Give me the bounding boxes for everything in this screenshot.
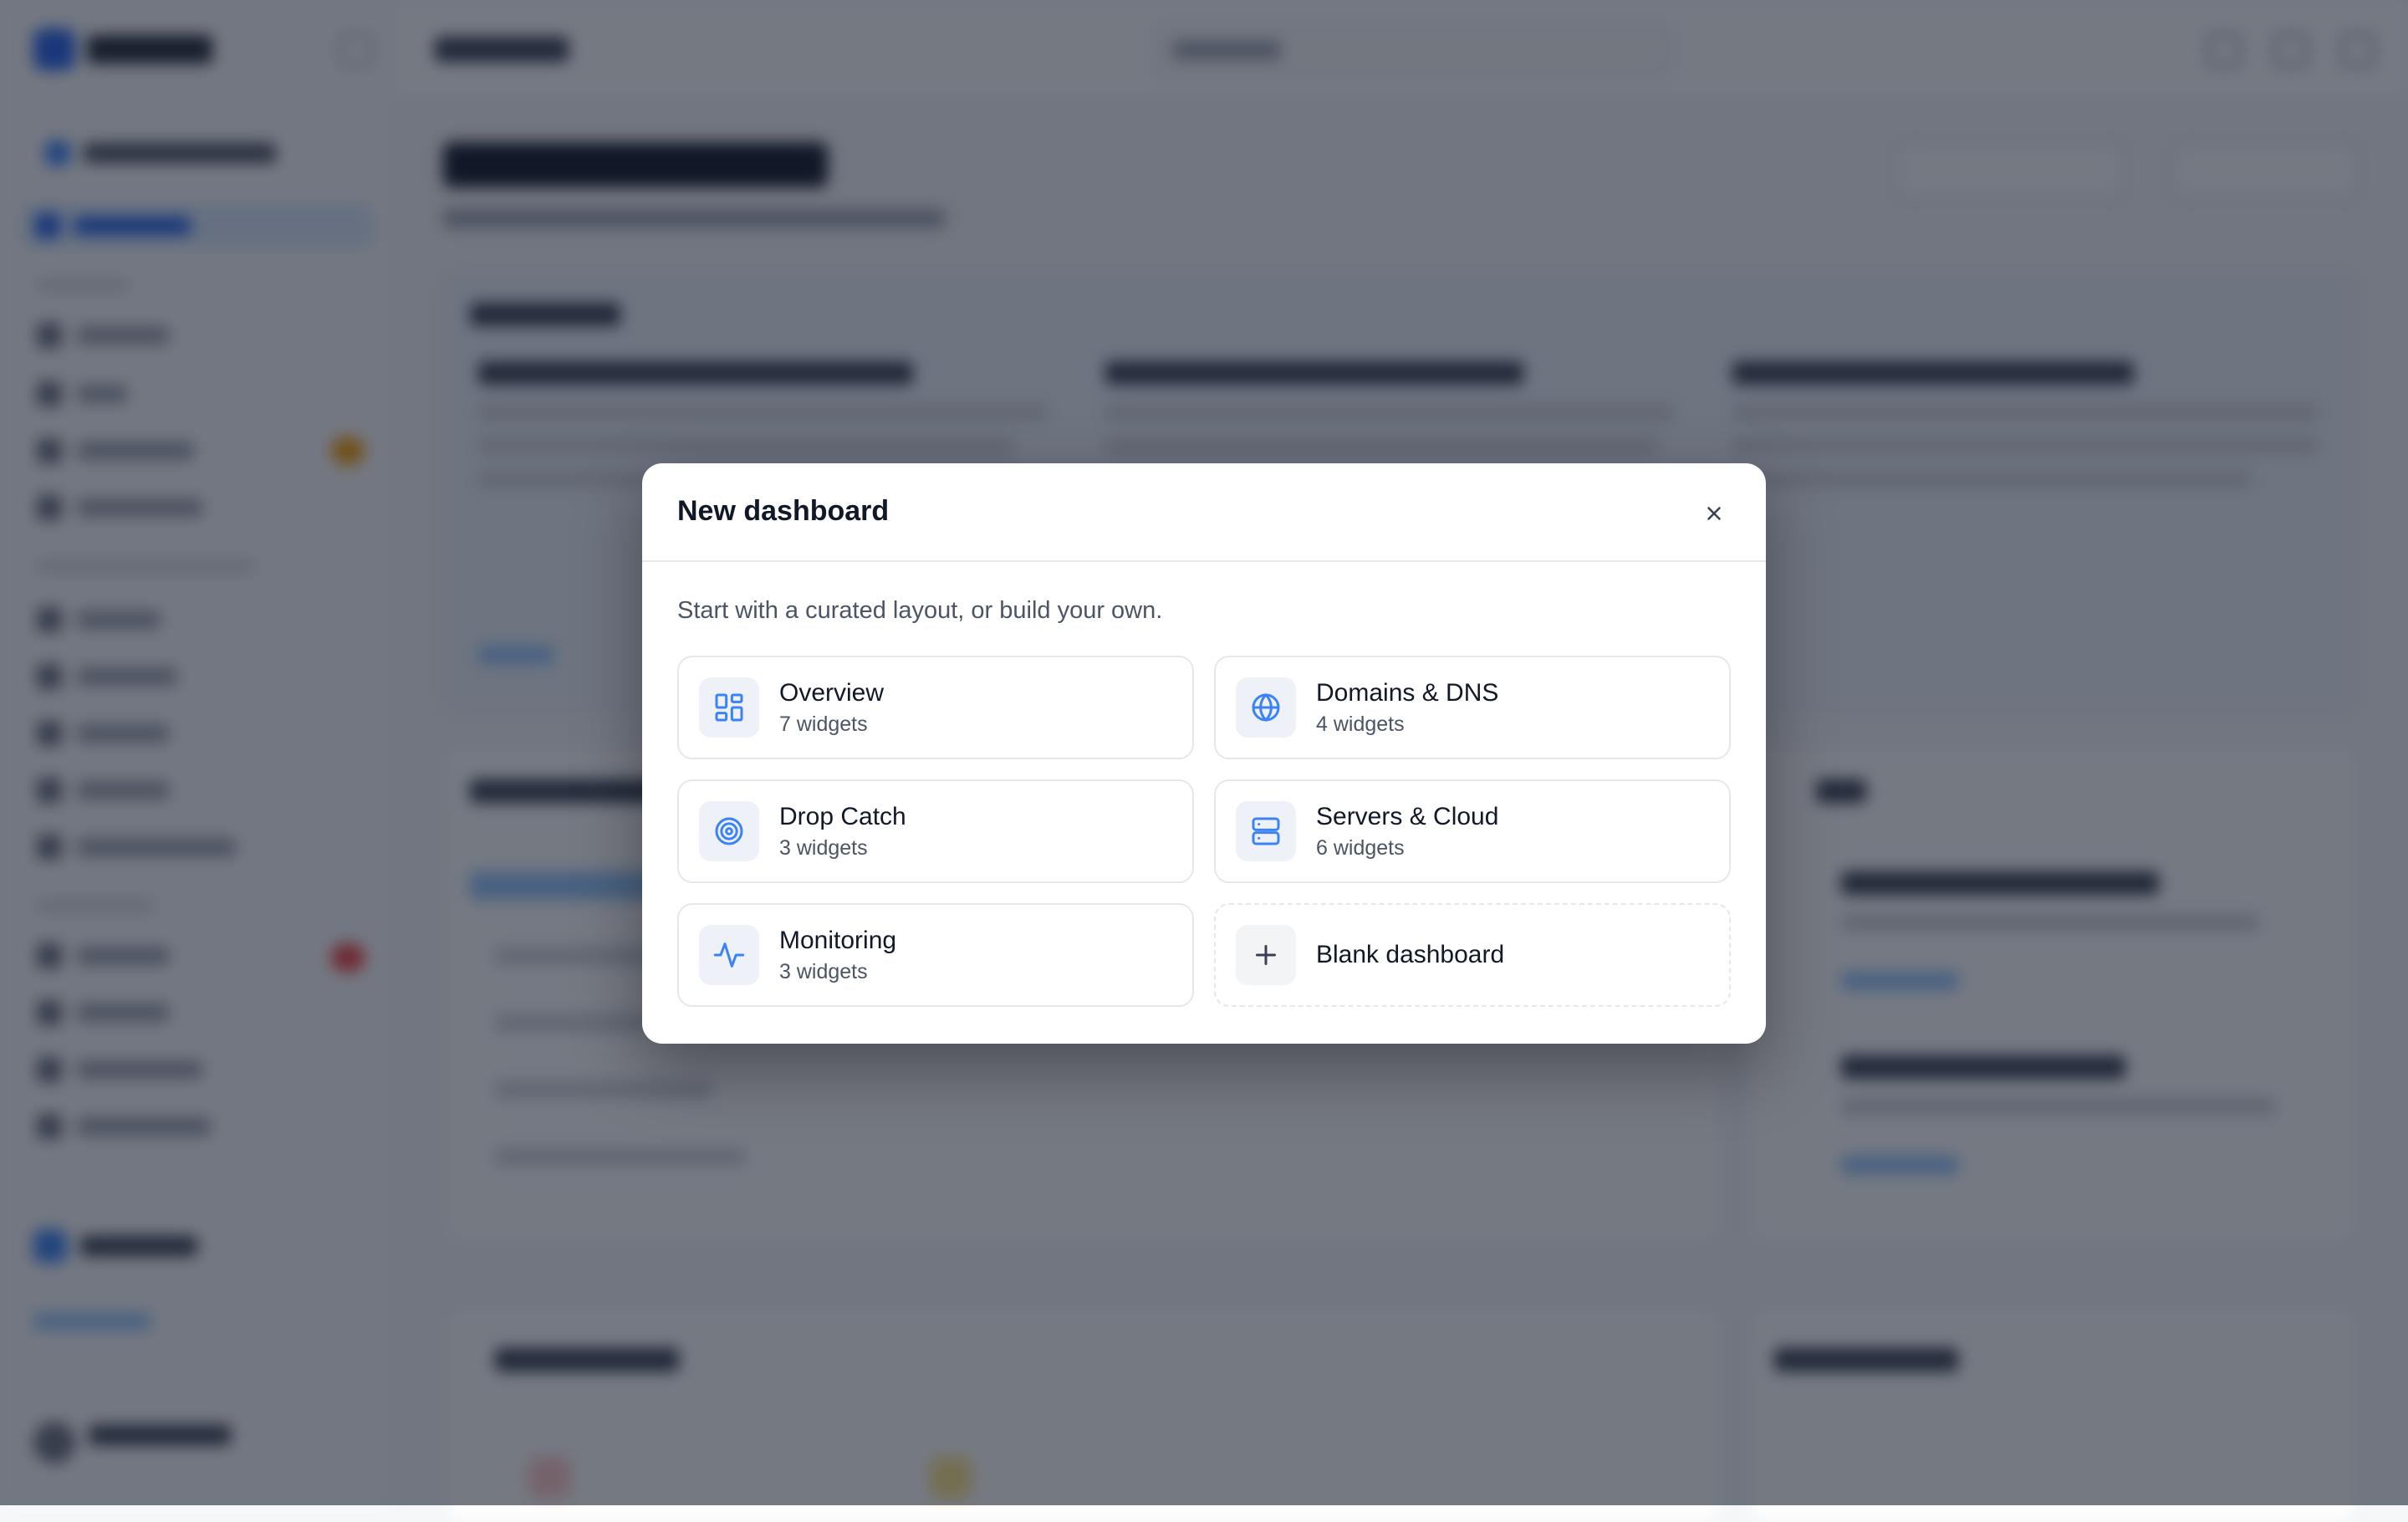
template-name: Monitoring bbox=[779, 926, 897, 954]
server-icon bbox=[1252, 817, 1280, 845]
template-text: Blank dashboard bbox=[1316, 941, 1504, 969]
activity-icon bbox=[713, 942, 745, 968]
template-icon-box bbox=[699, 801, 759, 861]
template-widget-count: 7 widgets bbox=[779, 712, 868, 736]
template-icon-box bbox=[1236, 925, 1296, 985]
template-icon-box bbox=[1236, 801, 1296, 861]
template-name: Blank dashboard bbox=[1316, 941, 1505, 968]
template-icon-box bbox=[699, 677, 759, 738]
modal-description: Start with a curated layout, or build yo… bbox=[677, 597, 1163, 624]
template-icon-box bbox=[1236, 677, 1296, 738]
template-text: Domains & DNS 4 widgets bbox=[1316, 679, 1498, 737]
template-widget-count: 3 widgets bbox=[779, 835, 868, 860]
template-servers-cloud[interactable]: Servers & Cloud 6 widgets bbox=[1214, 779, 1731, 883]
template-blank-dashboard[interactable]: Blank dashboard bbox=[1214, 903, 1731, 1007]
template-grid: Overview 7 widgets Domains & DNS 4 widge… bbox=[677, 656, 1731, 1007]
template-text: Monitoring 3 widgets bbox=[779, 927, 896, 984]
template-domains-dns[interactable]: Domains & DNS 4 widgets bbox=[1214, 656, 1731, 759]
modal-title: New dashboard bbox=[677, 495, 890, 527]
template-icon-box bbox=[699, 925, 759, 985]
template-text: Servers & Cloud 6 widgets bbox=[1316, 803, 1498, 861]
template-name: Servers & Cloud bbox=[1316, 802, 1499, 830]
template-monitoring[interactable]: Monitoring 3 widgets bbox=[677, 903, 1194, 1007]
close-button[interactable] bbox=[1696, 495, 1732, 532]
template-text: Overview 7 widgets bbox=[779, 679, 884, 737]
template-widget-count: 6 widgets bbox=[1316, 835, 1405, 860]
target-icon bbox=[715, 817, 743, 845]
close-icon bbox=[1707, 507, 1721, 520]
template-name: Drop Catch bbox=[779, 802, 906, 830]
plus-icon bbox=[1256, 945, 1276, 965]
globe-icon bbox=[1252, 692, 1280, 723]
template-name: Domains & DNS bbox=[1316, 678, 1499, 707]
template-name: Overview bbox=[779, 678, 885, 707]
template-drop-catch[interactable]: Drop Catch 3 widgets bbox=[677, 779, 1194, 883]
layout-grid-icon bbox=[715, 693, 743, 722]
modal-header: New dashboard bbox=[642, 463, 1766, 562]
template-text: Drop Catch 3 widgets bbox=[779, 803, 906, 861]
template-widget-count: 3 widgets bbox=[779, 959, 868, 983]
new-dashboard-modal: New dashboard Start with a curated layou… bbox=[642, 463, 1766, 1044]
template-overview[interactable]: Overview 7 widgets bbox=[677, 656, 1194, 759]
template-widget-count: 4 widgets bbox=[1316, 712, 1405, 736]
